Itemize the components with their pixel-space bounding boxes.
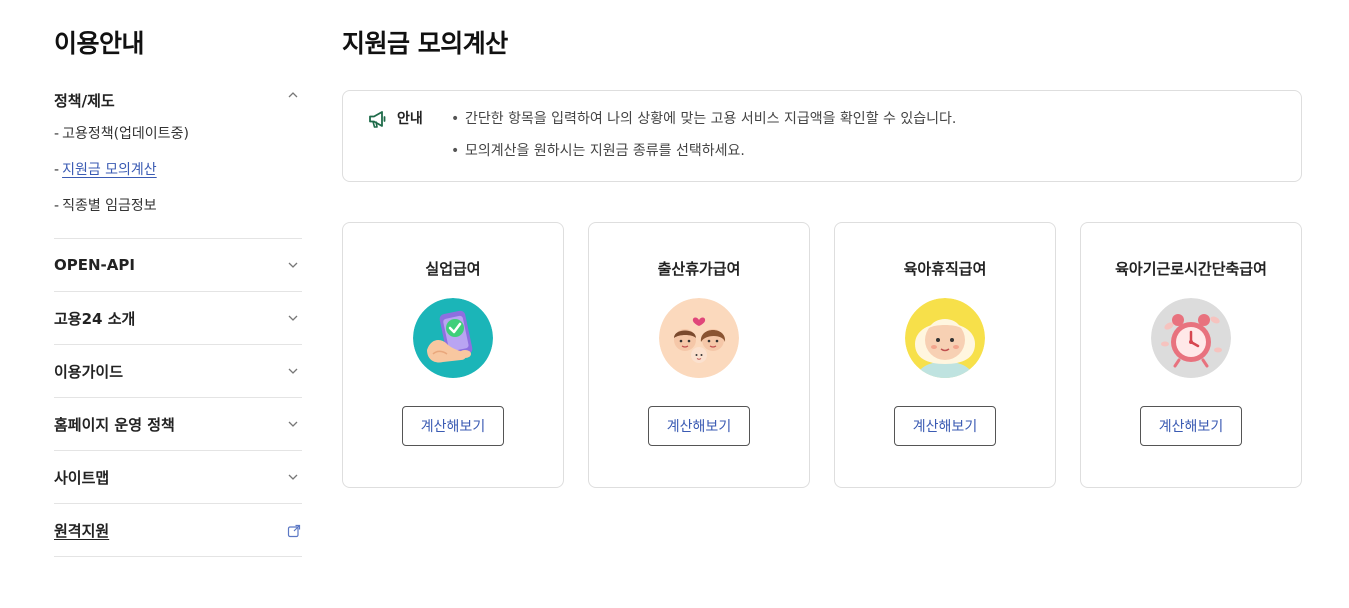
calculate-button[interactable]: 계산해보기 (402, 406, 504, 446)
chevron-down-icon (288, 419, 298, 429)
calculate-button[interactable]: 계산해보기 (894, 406, 996, 446)
sidebar-menu: 정책/제도 - 고용정책(업데이트중) - 지원금 모의계산 - 직종별 임금정보 (54, 86, 302, 557)
megaphone-icon (367, 108, 389, 130)
chevron-down-icon (288, 366, 298, 376)
notice-list: 간단한 항목을 입력하여 나의 상황에 맞는 고용 서비스 지급액을 확인할 수… (451, 108, 956, 164)
card-title: 육아기근로시간단축급여 (1115, 260, 1267, 278)
external-link-icon (287, 523, 301, 538)
menu-group-sitemap: 사이트맵 (54, 451, 302, 504)
submenu-link-wage-info[interactable]: 직종별 임금정보 (62, 198, 157, 214)
menu-head-label: 사이트맵 (54, 468, 110, 487)
menu-head-remote-support[interactable]: 원격지원 (54, 504, 302, 556)
menu-group-policy: 정책/제도 - 고용정책(업데이트중) - 지원금 모의계산 - 직종별 임금정보 (54, 86, 302, 239)
submenu-item-subsidy-calc: - 지원금 모의계산 (54, 152, 302, 188)
submenu-dash: - (54, 126, 60, 142)
submenu-item-employment-policy: - 고용정책(업데이트중) (54, 116, 302, 152)
sidebar: 이용안내 정책/제도 - 고용정책(업데이트중) - 지원금 모의계산 - 직종… (54, 24, 302, 557)
card-childcare-reduced-hours-benefit: 육아기근로시간단축급여 계산해보기 (1080, 222, 1302, 488)
card-parental-leave-benefit: 육아휴직급여 계산해보기 (834, 222, 1056, 488)
menu-head-label: 정책/제도 (54, 92, 115, 110)
menu-head-about[interactable]: 고용24 소개 (54, 292, 302, 344)
chevron-down-icon (288, 313, 298, 323)
menu-group-open-api: OPEN-API (54, 239, 302, 292)
notice-line: 간단한 항목을 입력하여 나의 상황에 맞는 고용 서비스 지급액을 확인할 수… (451, 108, 956, 140)
menu-head-policy[interactable]: 정책/제도 (54, 86, 302, 116)
submenu-dash: - (54, 198, 60, 214)
sidebar-title: 이용안내 (54, 29, 145, 58)
baby-face-illustration (905, 298, 985, 378)
menu-group-about: 고용24 소개 (54, 292, 302, 345)
menu-group-guide: 이용가이드 (54, 345, 302, 398)
notice-line: 모의계산을 원하시는 지원금 종류를 선택하세요. (451, 140, 956, 172)
menu-head-label: OPEN-API (54, 256, 135, 274)
menu-head-sitemap[interactable]: 사이트맵 (54, 451, 302, 503)
menu-group-site-policy: 홈페이지 운영 정책 (54, 398, 302, 451)
chevron-up-icon (288, 90, 298, 100)
menu-head-label: 홈페이지 운영 정책 (54, 415, 175, 434)
submenu-link-subsidy-calc[interactable]: 지원금 모의계산 (62, 162, 157, 178)
menu-group-remote-support: 원격지원 (54, 504, 302, 557)
menu-head-label: 원격지원 (54, 521, 110, 540)
parents-baby-illustration (659, 298, 739, 378)
card-title: 육아휴직급여 (903, 260, 987, 278)
card-maternity-leave-benefit: 출산휴가급여 계산해보기 (588, 222, 810, 488)
submenu-policy: - 고용정책(업데이트중) - 지원금 모의계산 - 직종별 임금정보 (54, 116, 302, 224)
chevron-down-icon (288, 260, 298, 270)
calculate-button[interactable]: 계산해보기 (648, 406, 750, 446)
notice-box: 안내 간단한 항목을 입력하여 나의 상황에 맞는 고용 서비스 지급액을 확인… (342, 90, 1302, 182)
alarm-clock-illustration (1151, 298, 1231, 378)
chevron-down-icon (288, 472, 298, 482)
notice-label: 안내 (397, 111, 423, 127)
submenu-link-employment-policy[interactable]: 고용정책(업데이트중) (62, 126, 189, 142)
card-title: 실업급여 (425, 260, 481, 278)
phone-check-illustration (413, 298, 493, 378)
submenu-dash: - (54, 162, 60, 178)
card-unemployment-benefit: 실업급여 계산해보기 (342, 222, 564, 488)
menu-head-site-policy[interactable]: 홈페이지 운영 정책 (54, 398, 302, 450)
menu-head-label: 이용가이드 (54, 362, 124, 381)
page: 이용안내 정책/제도 - 고용정책(업데이트중) - 지원금 모의계산 - 직종… (0, 0, 1349, 608)
menu-head-guide[interactable]: 이용가이드 (54, 345, 302, 397)
subsidy-cards: 실업급여 계산해보기 출산휴가급여 계산해보기 육아휴직급여 계산해보기 육아기… (342, 222, 1302, 488)
menu-head-open-api[interactable]: OPEN-API (54, 239, 302, 291)
main-content: 지원금 모의계산 안내 간단한 항목을 입력하여 나의 상황에 맞는 고용 서비… (342, 24, 1302, 488)
notice-label-wrap: 안내 (367, 108, 451, 164)
page-title: 지원금 모의계산 (342, 29, 508, 58)
card-title: 출산휴가급여 (657, 260, 741, 278)
submenu-item-wage-info: - 직종별 임금정보 (54, 188, 302, 224)
calculate-button[interactable]: 계산해보기 (1140, 406, 1242, 446)
menu-head-label: 고용24 소개 (54, 309, 136, 328)
